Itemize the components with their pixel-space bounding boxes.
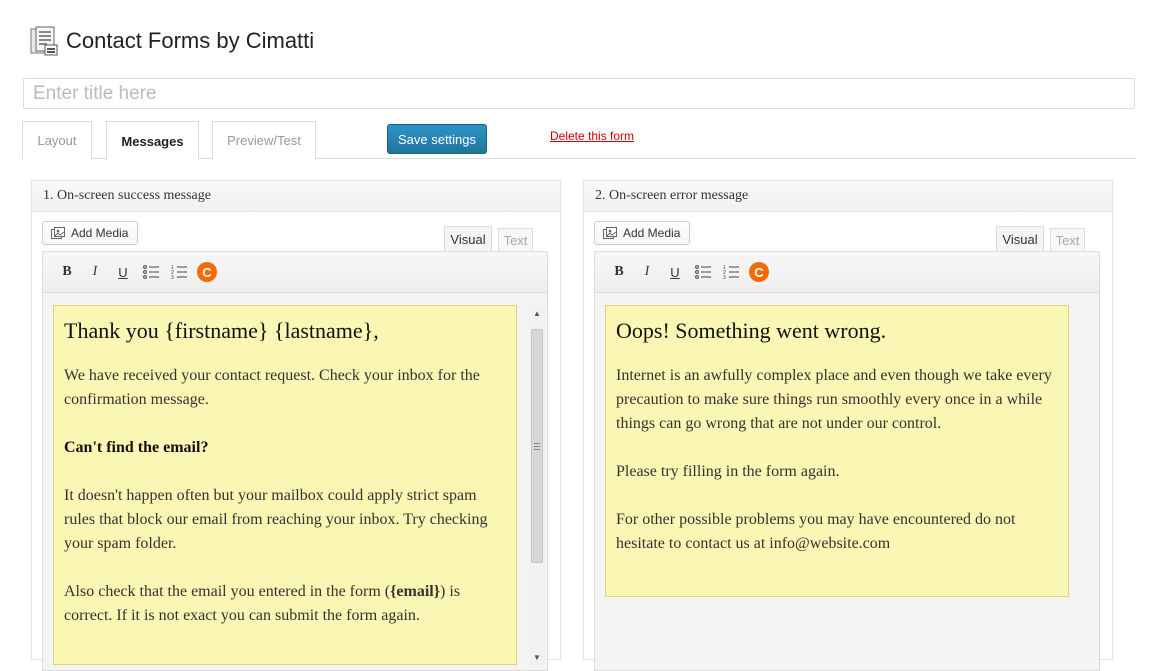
tab-messages[interactable]: Messages [106,121,199,160]
add-media-button[interactable]: Add Media [594,221,691,245]
content-text: Also check that the email you entered in… [64,583,391,600]
scroll-thumb[interactable] [531,329,543,563]
numbered-list-button[interactable]: 1 2 3 [165,258,193,286]
content-paragraph: For other possible problems you may have… [616,511,1016,552]
error-message-content[interactable]: Oops! Something went wrong. Internet is … [605,305,1069,597]
forms-icon [30,26,58,56]
tab-messages-label: Messages [121,133,184,149]
visual-mode-tab[interactable]: Visual [444,226,492,252]
tab-preview-test[interactable]: Preview/Test [212,121,316,159]
numbered-list-button[interactable]: 1 2 3 [717,258,745,286]
content-paragraph: We have received your contact request. C… [64,367,480,408]
bullet-list-icon [143,265,159,279]
text-mode-tab[interactable]: Text [1050,228,1085,252]
cimatti-button[interactable]: C [745,258,773,286]
media-icon [51,226,65,239]
svg-text:3: 3 [171,275,174,279]
editor-scrollbar[interactable]: ▲ ▼ [529,305,545,665]
cimatti-icon: C [749,262,769,282]
tab-preview-label: Preview/Test [227,133,301,148]
tab-layout-label: Layout [37,133,77,148]
svg-text:3: 3 [723,275,726,279]
italic-button[interactable]: I [81,258,109,286]
error-editor: B I U 1 2 3 C Oops! Something went wrong… [594,251,1100,671]
content-paragraph: Also check that the email you entered in… [64,580,506,628]
page-header: Contact Forms by Cimatti [30,26,314,56]
add-media-button[interactable]: Add Media [42,221,139,245]
content-paragraph: Internet is an awfully complex place and… [616,367,1052,432]
numbered-list-icon: 1 2 3 [171,265,187,279]
visual-mode-tab[interactable]: Visual [996,226,1044,252]
add-media-label: Add Media [71,226,129,240]
scroll-up-arrow[interactable]: ▲ [529,305,545,321]
cimatti-button[interactable]: C [193,258,221,286]
content-paragraph: Please try filling in the form again. [616,463,840,480]
success-message-content[interactable]: Thank you {firstname} {lastname}, We hav… [53,305,517,665]
content-paragraph: It doesn't happen often but your mailbox… [64,487,488,552]
delete-form-link[interactable]: Delete this form [550,129,634,143]
bullet-list-icon [695,265,711,279]
editor-toolbar: B I U 1 2 3 C [595,252,1099,293]
underline-button[interactable]: U [109,258,137,286]
email-tag: {email} [390,583,441,600]
editor-toolbar: B I U 1 2 3 C [43,252,547,293]
content-paragraph: Can't find the email? [64,439,209,456]
panel-title: 1. On-screen success message [32,181,560,212]
success-message-panel: 1. On-screen success message Add Media V… [31,180,561,671]
error-message-panel: 2. On-screen error message Add Media Vis… [583,180,1113,671]
cimatti-icon: C [197,262,217,282]
content-heading: Thank you {firstname} {lastname}, [64,318,379,343]
bold-button[interactable]: B [605,258,633,286]
page-title: Contact Forms by Cimatti [66,28,315,53]
form-title-input[interactable] [23,78,1135,109]
grip-icon [534,442,540,450]
text-mode-tab[interactable]: Text [498,228,533,252]
numbered-list-icon: 1 2 3 [723,265,739,279]
panel-title: 2. On-screen error message [584,181,1112,212]
save-settings-button[interactable]: Save settings [387,124,487,154]
media-icon [603,226,617,239]
italic-button[interactable]: I [633,258,661,286]
success-editor: B I U 1 2 3 C Thank you {firstname} {las… [42,251,548,671]
bullet-list-button[interactable] [137,258,165,286]
scroll-down-arrow[interactable]: ▼ [529,649,545,665]
content-heading: Oops! Something went wrong. [616,318,887,343]
tab-layout[interactable]: Layout [22,121,92,159]
bold-button[interactable]: B [53,258,81,286]
add-media-label: Add Media [623,226,681,240]
bullet-list-button[interactable] [689,258,717,286]
underline-button[interactable]: U [661,258,689,286]
